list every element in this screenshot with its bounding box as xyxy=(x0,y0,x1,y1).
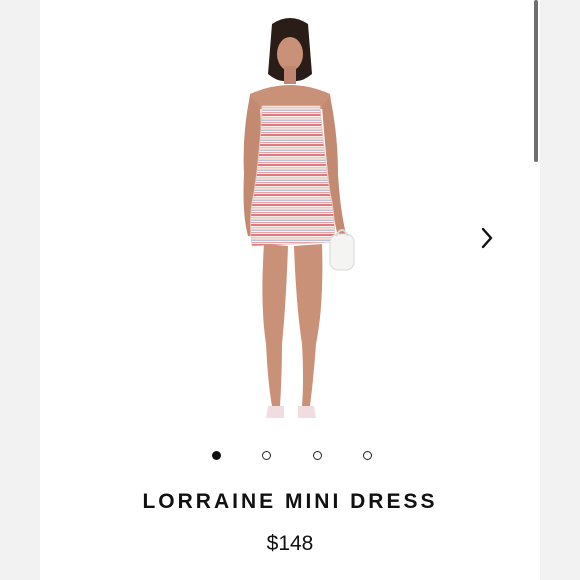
carousel-dots xyxy=(212,448,372,462)
chevron-right-icon xyxy=(481,227,493,249)
carousel-dot-3[interactable] xyxy=(312,450,322,460)
carousel-dot-4[interactable] xyxy=(362,450,372,460)
carousel-dot-1[interactable] xyxy=(212,450,221,460)
scrollbar[interactable] xyxy=(534,0,538,162)
product-image xyxy=(243,18,355,418)
carousel-dot-2[interactable] xyxy=(262,450,272,460)
product-price: $148 xyxy=(266,532,314,555)
next-image-button[interactable] xyxy=(476,226,498,250)
product-title: LORRAINE MINI DRESS xyxy=(142,490,438,513)
